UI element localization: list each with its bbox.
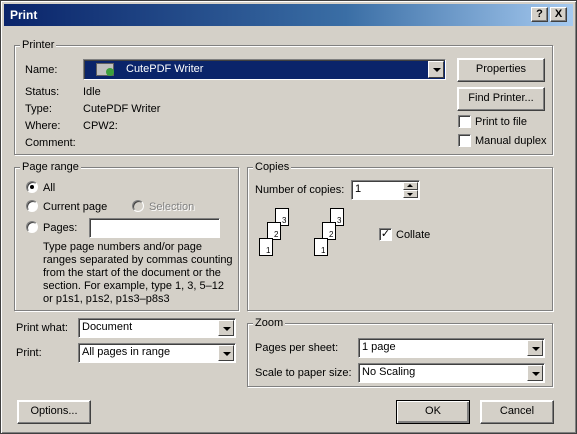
copies-input[interactable]: 1 xyxy=(351,180,420,200)
spin-down-icon[interactable] xyxy=(403,190,418,198)
title-bar[interactable]: Print ? X xyxy=(4,4,573,26)
printer-name-label: Name: xyxy=(25,64,58,76)
pages-per-sheet-value: 1 page xyxy=(362,341,396,353)
close-button[interactable]: X xyxy=(550,7,567,22)
zoom-group-label: Zoom xyxy=(253,317,286,329)
chevron-down-icon[interactable] xyxy=(428,61,444,78)
window-title: Print xyxy=(10,8,38,22)
scale-to-paper-label: Scale to paper size: xyxy=(255,367,352,379)
printer-status-value: Idle xyxy=(83,86,101,98)
print-label: Print: xyxy=(16,347,42,359)
number-of-copies-label: Number of copies: xyxy=(255,184,345,196)
copies-value: 1 xyxy=(355,183,362,195)
chevron-down-icon[interactable] xyxy=(218,320,234,336)
pages-per-sheet-label: Pages per sheet: xyxy=(255,342,339,354)
scale-to-paper-value: No Scaling xyxy=(362,366,416,378)
help-button[interactable]: ? xyxy=(531,7,548,22)
properties-button[interactable]: Properties xyxy=(457,58,545,82)
print-value: All pages in range xyxy=(82,346,171,358)
chevron-down-icon[interactable] xyxy=(527,340,543,356)
selection-label[interactable]: Selection xyxy=(149,201,194,213)
printer-type-label: Type: xyxy=(25,103,52,115)
current-page-radio[interactable] xyxy=(26,200,38,212)
scale-to-paper-select[interactable]: No Scaling xyxy=(358,363,545,383)
page-range-group-label: Page range xyxy=(20,161,81,173)
current-page-label[interactable]: Current page xyxy=(43,201,107,213)
all-radio[interactable] xyxy=(26,181,38,193)
printer-name-select[interactable]: CutePDF Writer xyxy=(83,59,446,80)
printer-type-value: CutePDF Writer xyxy=(83,103,161,115)
ok-button[interactable]: OK xyxy=(396,400,470,424)
collate-label[interactable]: Collate xyxy=(396,229,430,241)
print-to-file-checkbox[interactable] xyxy=(458,115,471,128)
print-dialog: Print ? X Printer Name: CutePDF Writer S… xyxy=(0,0,577,434)
spin-up-icon[interactable] xyxy=(403,182,418,190)
find-printer-button[interactable]: Find Printer... xyxy=(457,87,545,111)
chevron-down-icon[interactable] xyxy=(218,345,234,361)
print-what-label: Print what: xyxy=(16,322,68,334)
printer-comment-label: Comment: xyxy=(25,137,76,149)
manual-duplex-label[interactable]: Manual duplex xyxy=(475,135,547,147)
selection-radio[interactable] xyxy=(132,200,144,212)
printer-status-label: Status: xyxy=(25,86,60,98)
printer-icon xyxy=(96,63,114,76)
copies-group-label: Copies xyxy=(253,161,292,173)
pages-input[interactable] xyxy=(89,218,220,238)
collate-checkbox[interactable]: ✓ xyxy=(379,228,392,241)
printer-name-value: CutePDF Writer xyxy=(126,63,204,75)
pages-radio[interactable] xyxy=(26,221,38,233)
collate-page-1b: 1 xyxy=(314,238,328,256)
print-what-value: Document xyxy=(82,321,133,333)
pages-label[interactable]: Pages: xyxy=(43,222,77,234)
cancel-button[interactable]: Cancel xyxy=(480,400,554,424)
pages-per-sheet-select[interactable]: 1 page xyxy=(358,338,545,358)
printer-group-label: Printer xyxy=(20,39,57,51)
collate-page-1: 1 xyxy=(259,238,273,256)
options-button[interactable]: Options... xyxy=(17,400,91,424)
print-to-file-label[interactable]: Print to file xyxy=(475,116,527,128)
print-select[interactable]: All pages in range xyxy=(78,343,236,363)
printer-where-label: Where: xyxy=(25,120,61,132)
printer-where-value: CPW2: xyxy=(83,120,118,132)
page-range-help-text: Type page numbers and/or page ranges sep… xyxy=(43,241,233,305)
print-what-select[interactable]: Document xyxy=(78,318,236,338)
all-label[interactable]: All xyxy=(43,182,55,194)
chevron-down-icon[interactable] xyxy=(527,365,543,381)
manual-duplex-checkbox[interactable] xyxy=(458,134,471,147)
